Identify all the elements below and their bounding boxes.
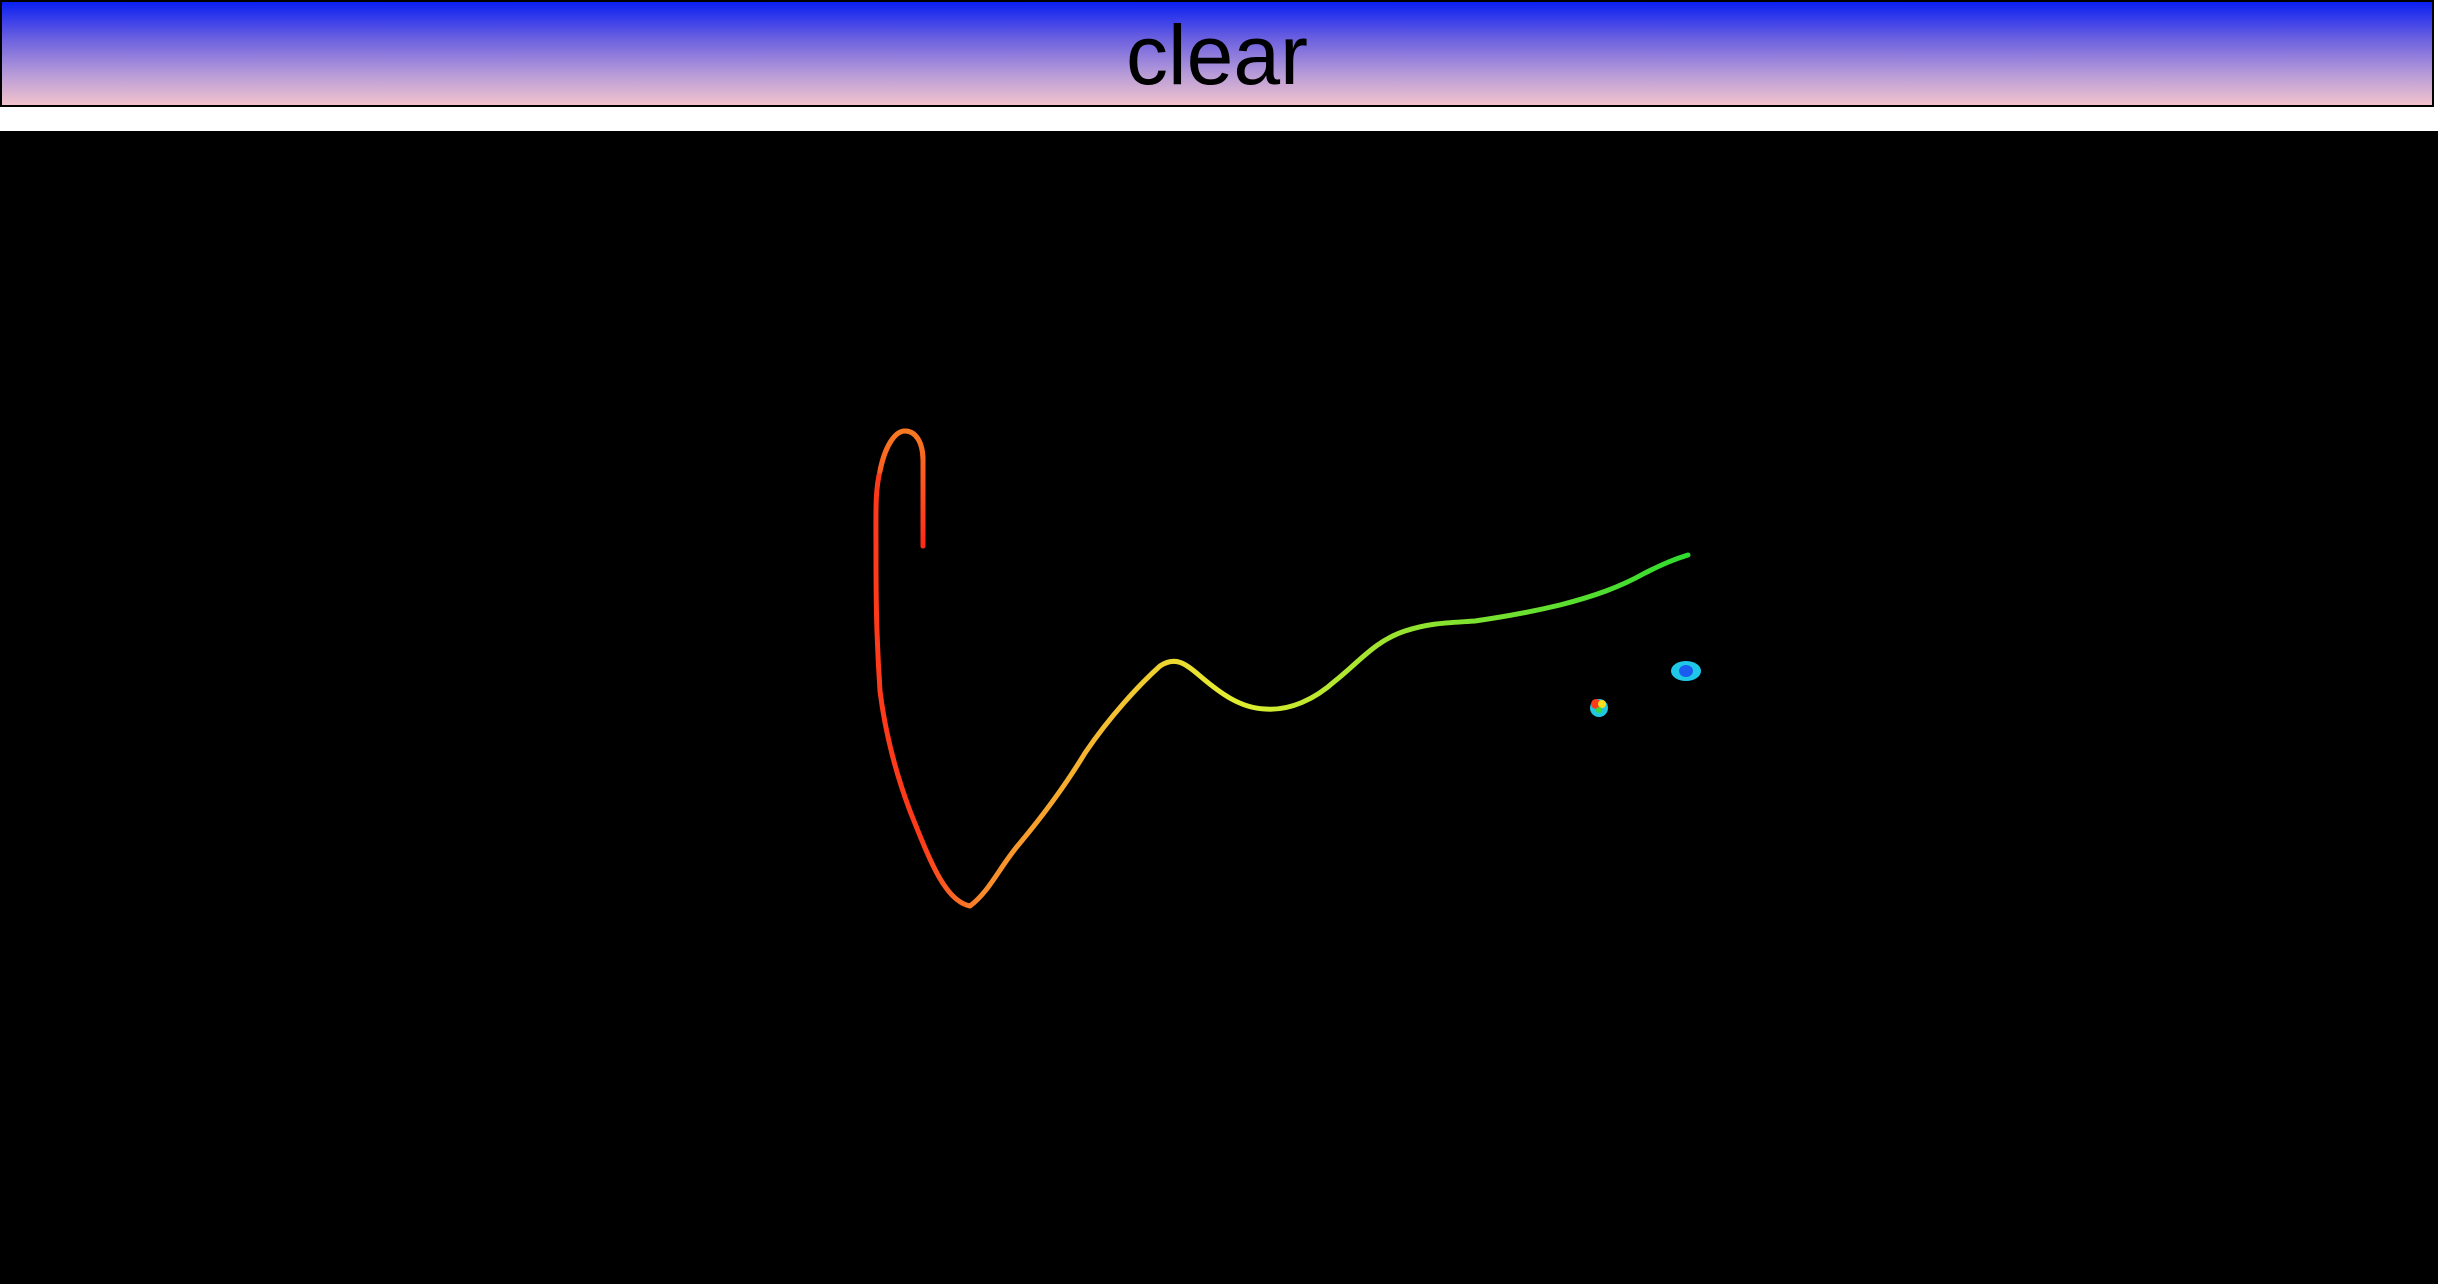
drawing-surface[interactable] xyxy=(0,131,2438,1284)
stroke-start-hook xyxy=(877,428,926,549)
cyan-dot-marker xyxy=(1671,661,1701,681)
drawing-canvas[interactable] xyxy=(0,131,2438,1284)
drawn-stroke xyxy=(873,428,1691,909)
clear-label: clear xyxy=(1125,7,1309,102)
clear-button[interactable]: clear xyxy=(0,0,2434,107)
multicolor-dot-marker xyxy=(1590,699,1608,717)
